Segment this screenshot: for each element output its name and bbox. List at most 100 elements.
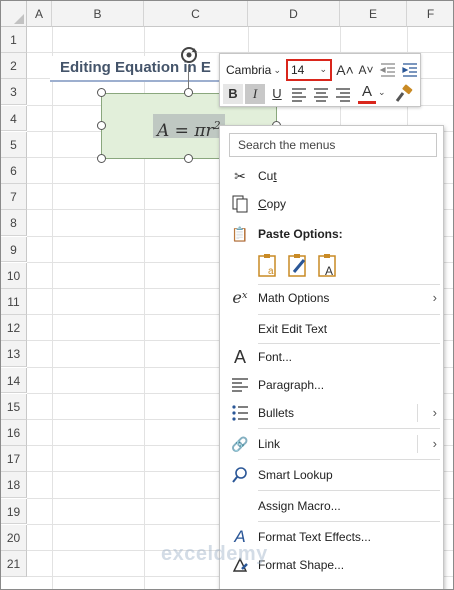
format-painter-icon[interactable]: [394, 84, 414, 104]
menu-item-label: Cut: [258, 169, 277, 183]
menu-item-label: Math Options: [258, 291, 330, 305]
bullets-icon: [232, 405, 248, 421]
align-right-icon[interactable]: [333, 84, 353, 104]
sheet-title-cell[interactable]: Editing Equation in E: [50, 56, 240, 82]
menu-item-label: Paste Options:: [258, 227, 343, 241]
row-header[interactable]: 7: [1, 184, 27, 210]
menu-item-font[interactable]: A Font...: [220, 344, 443, 370]
resize-handle-bottom-left[interactable]: [97, 154, 106, 163]
shrink-font-icon[interactable]: A˅: [356, 60, 376, 80]
copy-icon: [232, 195, 248, 213]
menu-item-exit-edit-text[interactable]: Exit Edit Text: [220, 316, 443, 342]
row-header[interactable]: 3: [1, 79, 27, 106]
font-name-value: Cambria: [226, 63, 272, 77]
column-header-c[interactable]: C: [144, 1, 248, 27]
equation-base: A = πr: [157, 121, 214, 141]
row-header[interactable]: 10: [1, 262, 27, 289]
menu-item-cut[interactable]: ✂ Cut: [220, 163, 443, 189]
row-header[interactable]: 16: [1, 420, 27, 446]
row-header[interactable]: 14: [1, 367, 27, 394]
row-header[interactable]: 19: [1, 498, 27, 525]
decrease-indent-icon[interactable]: [378, 60, 398, 80]
column-header-a[interactable]: A: [27, 1, 52, 27]
menu-item-label: Font...: [258, 350, 293, 364]
menu-item-label: Bullets: [258, 406, 295, 420]
bold-icon[interactable]: B: [223, 84, 243, 104]
search-icon: [232, 467, 247, 483]
italic-icon[interactable]: I: [245, 84, 265, 104]
chevron-down-icon: ⌄: [273, 65, 281, 75]
menu-separator: [258, 314, 440, 315]
menu-item-link[interactable]: 🔗 Link ›: [220, 431, 443, 457]
row-header[interactable]: 4: [1, 105, 27, 132]
column-header-f[interactable]: F: [407, 1, 453, 27]
font-color-icon[interactable]: A: [357, 82, 377, 102]
resize-handle-bottom[interactable]: [184, 154, 193, 163]
menu-separator: [258, 428, 440, 429]
font-size-dropdown[interactable]: 14 ⌄: [286, 59, 332, 81]
row-header[interactable]: 17: [1, 446, 27, 472]
select-all-corner[interactable]: [1, 1, 27, 27]
row-header[interactable]: 1: [1, 27, 27, 53]
menu-item-smart-lookup[interactable]: Smart Lookup: [220, 462, 443, 488]
menu-item-assign-macro[interactable]: Assign Macro...: [220, 493, 443, 519]
align-center-icon[interactable]: [311, 84, 331, 104]
column-header-b[interactable]: B: [52, 1, 144, 27]
row-header[interactable]: 9: [1, 236, 27, 263]
row-header[interactable]: 15: [1, 393, 27, 420]
increase-indent-icon[interactable]: [400, 60, 420, 80]
resize-handle-top-left[interactable]: [97, 88, 106, 97]
font-color-bar: [358, 101, 376, 104]
resize-handle-top[interactable]: [184, 88, 193, 97]
paste-text-only-icon[interactable]: A: [316, 252, 340, 278]
chevron-down-icon[interactable]: ⌄: [378, 87, 386, 98]
row-header[interactable]: 18: [1, 472, 27, 499]
rotate-handle-icon[interactable]: [179, 45, 199, 65]
menu-item-copy[interactable]: Copy: [220, 191, 443, 217]
menu-item-math-options[interactable]: eˣ Math Options ›: [220, 285, 443, 311]
underline-icon[interactable]: U: [267, 84, 287, 104]
menu-item-label: Copy: [258, 197, 287, 211]
paste-icon: 📋: [231, 226, 249, 242]
menu-separator: [258, 459, 440, 460]
menu-item-label: Format Shape...: [258, 558, 345, 572]
paste-merge-formatting-icon[interactable]: [286, 252, 310, 278]
resize-handle-left[interactable]: [97, 121, 106, 130]
menu-item-paragraph[interactable]: Paragraph...: [220, 372, 443, 398]
menu-item-paste-options: 📋 Paste Options:: [220, 221, 443, 247]
menu-item-label: Assign Macro...: [258, 499, 341, 513]
row-header[interactable]: 5: [1, 131, 27, 158]
grow-font-icon[interactable]: A˄: [335, 60, 355, 80]
row-header[interactable]: 6: [1, 158, 27, 184]
paste-keep-formatting-icon[interactable]: a: [256, 252, 280, 278]
chevron-down-icon: ⌄: [319, 64, 327, 74]
submenu-divider: [417, 435, 418, 453]
row-header[interactable]: 11: [1, 289, 27, 315]
scissors-icon: ✂: [234, 168, 246, 184]
row-header[interactable]: 13: [1, 341, 27, 368]
svg-text:a: a: [268, 266, 274, 277]
font-icon: A: [233, 347, 246, 367]
menu-item-label: Smart Lookup: [258, 468, 333, 482]
font-name-dropdown[interactable]: Cambria ⌄: [224, 59, 284, 81]
menu-item-label: Exit Edit Text: [258, 322, 328, 336]
chevron-right-icon: ›: [432, 290, 437, 305]
row-header[interactable]: 12: [1, 315, 27, 341]
row-header[interactable]: 20: [1, 524, 27, 551]
mini-toolbar: Cambria ⌄ 14 ⌄ A˄ A˅ B I U A ⌄: [219, 53, 421, 107]
column-header-d[interactable]: D: [248, 1, 340, 27]
link-icon: 🔗: [231, 436, 249, 452]
menu-item-label: Format Text Effects...: [258, 530, 371, 544]
chevron-right-icon: ›: [432, 405, 437, 420]
menu-separator: [258, 521, 440, 522]
row-header[interactable]: 8: [1, 210, 27, 237]
search-menus-input[interactable]: Search the menus: [229, 133, 437, 157]
row-header[interactable]: 2: [1, 53, 27, 79]
excel-window: A B C D E F 1 2 3 4 5 6 7 8 9 10 11 12 13 14 15 16 17 18 1…: [0, 0, 454, 590]
row-header[interactable]: 21: [1, 551, 27, 577]
column-header-e[interactable]: E: [340, 1, 407, 27]
equation-text[interactable]: A = πr2: [153, 114, 225, 141]
align-left-icon[interactable]: [289, 84, 309, 104]
menu-item-bullets[interactable]: Bullets ›: [220, 400, 443, 426]
menu-item-label: Paragraph...: [258, 378, 325, 392]
